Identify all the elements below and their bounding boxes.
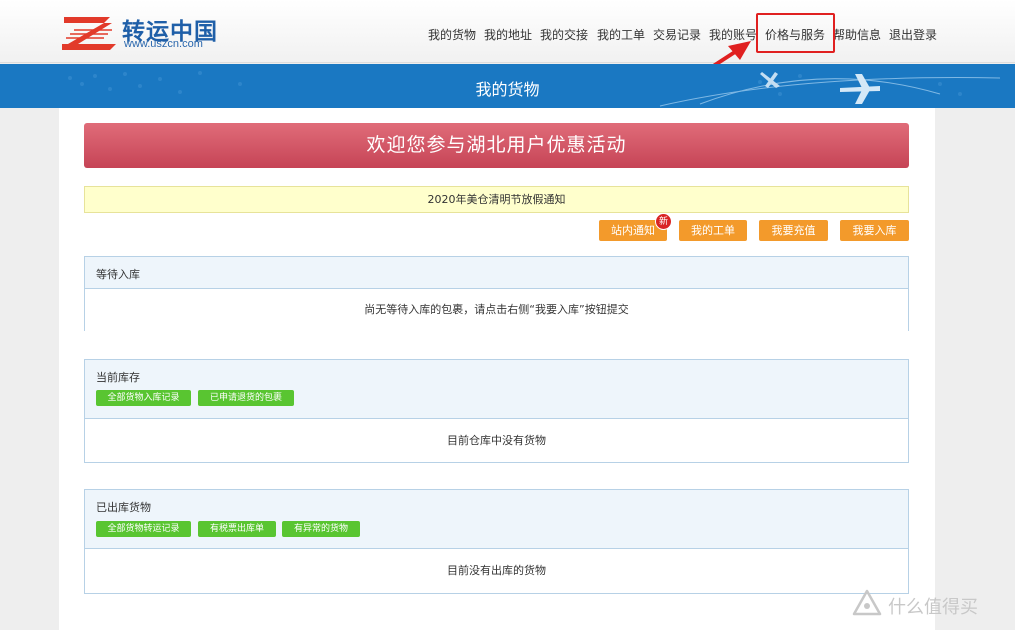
pending-empty-message: 尚无等待入库的包裹，请点击右侧“我要入库”按钮提交 (364, 303, 629, 316)
recharge-button[interactable]: 我要充值 (759, 220, 828, 241)
watermark-logo-icon (852, 589, 882, 616)
tax-invoice-button[interactable]: 有税票出库单 (198, 521, 276, 537)
pending-panel: 等待入库 尚无等待入库的包裹，请点击右侧“我要入库”按钮提交 (84, 256, 909, 331)
shipped-panel-title: 已出库货物 (96, 501, 151, 514)
page-banner: 我的货物 (0, 64, 1015, 108)
shipped-panel-header: 已出库货物 全部货物转运记录 有税票出库单 有异常的货物 (85, 490, 908, 549)
checkin-button[interactable]: 我要入库 (840, 220, 909, 241)
nav-transactions[interactable]: 交易记录 (653, 26, 701, 43)
pending-panel-title: 等待入库 (96, 268, 140, 281)
watermark: 什么值得买 (848, 588, 1013, 620)
all-transfer-records-button[interactable]: 全部货物转运记录 (96, 521, 191, 537)
nav-my-goods[interactable]: 我的货物 (428, 26, 476, 43)
pending-panel-header: 等待入库 (85, 257, 908, 289)
stock-empty-message: 目前仓库中没有货物 (447, 434, 546, 447)
stock-panel-title: 当前库存 (96, 371, 140, 384)
notice-bar[interactable]: 2020年美仓清明节放假通知 (84, 186, 909, 213)
nav-logout[interactable]: 退出登录 (889, 26, 937, 43)
my-tickets-button[interactable]: 我的工单 (679, 220, 747, 241)
top-header: 转运中国 www.uszcn.com 我的货物 我的地址 我的交接 我的工单 交… (0, 0, 1015, 63)
nav-my-address[interactable]: 我的地址 (484, 26, 532, 43)
all-inbound-records-button[interactable]: 全部货物入库记录 (96, 390, 191, 406)
nav-my-tickets[interactable]: 我的工单 (597, 26, 645, 43)
annotation-highlight-box (756, 13, 835, 53)
promo-banner[interactable]: 欢迎您参与湖北用户优惠活动 (84, 123, 909, 168)
watermark-text: 什么值得买 (888, 597, 978, 618)
abnormal-goods-button[interactable]: 有异常的货物 (282, 521, 360, 537)
nav-help[interactable]: 帮助信息 (833, 26, 881, 43)
logo-url: www.uszcn.com (124, 38, 203, 50)
shipped-panel: 已出库货物 全部货物转运记录 有税票出库单 有异常的货物 目前没有出库的货物 (84, 489, 909, 594)
shipped-empty-message: 目前没有出库的货物 (447, 564, 546, 577)
stock-panel: 当前库存 全部货物入库记录 已申请退货的包裹 目前仓库中没有货物 (84, 359, 909, 463)
stock-panel-header: 当前库存 全部货物入库记录 已申请退货的包裹 (85, 360, 908, 419)
nav-my-handover[interactable]: 我的交接 (540, 26, 588, 43)
new-badge: 新 (655, 213, 672, 230)
site-logo[interactable]: 转运中国 www.uszcn.com (60, 12, 225, 52)
returned-packages-button[interactable]: 已申请退货的包裹 (198, 390, 294, 406)
logo-z-icon (62, 17, 116, 50)
page-title: 我的货物 (475, 80, 540, 99)
